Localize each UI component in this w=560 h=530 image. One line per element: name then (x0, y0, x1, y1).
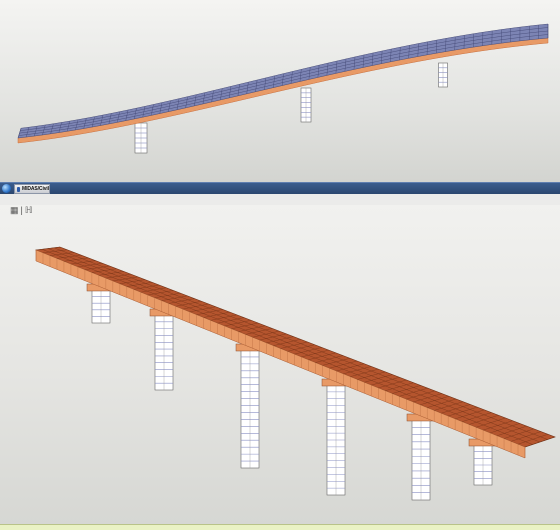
bridge-deck (34, 246, 556, 459)
curved-bridge-model (17, 23, 549, 154)
taskbar: MIDAS/Civil (0, 182, 560, 194)
pier (154, 314, 174, 391)
hierarchy-icon[interactable]: ℍ (25, 205, 33, 215)
pier (134, 122, 148, 154)
bridge-deck (17, 23, 549, 144)
midas-app-icon (17, 186, 21, 192)
model-view-bottom[interactable] (0, 205, 560, 524)
pier (91, 289, 111, 324)
taskbar-app-button[interactable]: MIDAS/Civil (14, 184, 50, 194)
straight-bridge-model (34, 246, 556, 501)
status-bar (0, 524, 560, 530)
model-view-toolbar: ▦ | ℍ (0, 205, 33, 215)
pier (240, 349, 260, 469)
pier (300, 87, 312, 123)
pier (411, 419, 431, 501)
view-header-bar (0, 194, 560, 205)
pier (473, 444, 493, 486)
separator-icon: | (20, 205, 23, 215)
pier (326, 384, 346, 496)
taskbar-app-label: MIDAS/Civil (22, 186, 49, 192)
pier (438, 62, 448, 88)
windows-start-icon[interactable] (2, 184, 11, 193)
grid-icon[interactable]: ▦ (10, 205, 19, 215)
model-view-top[interactable] (0, 0, 560, 182)
